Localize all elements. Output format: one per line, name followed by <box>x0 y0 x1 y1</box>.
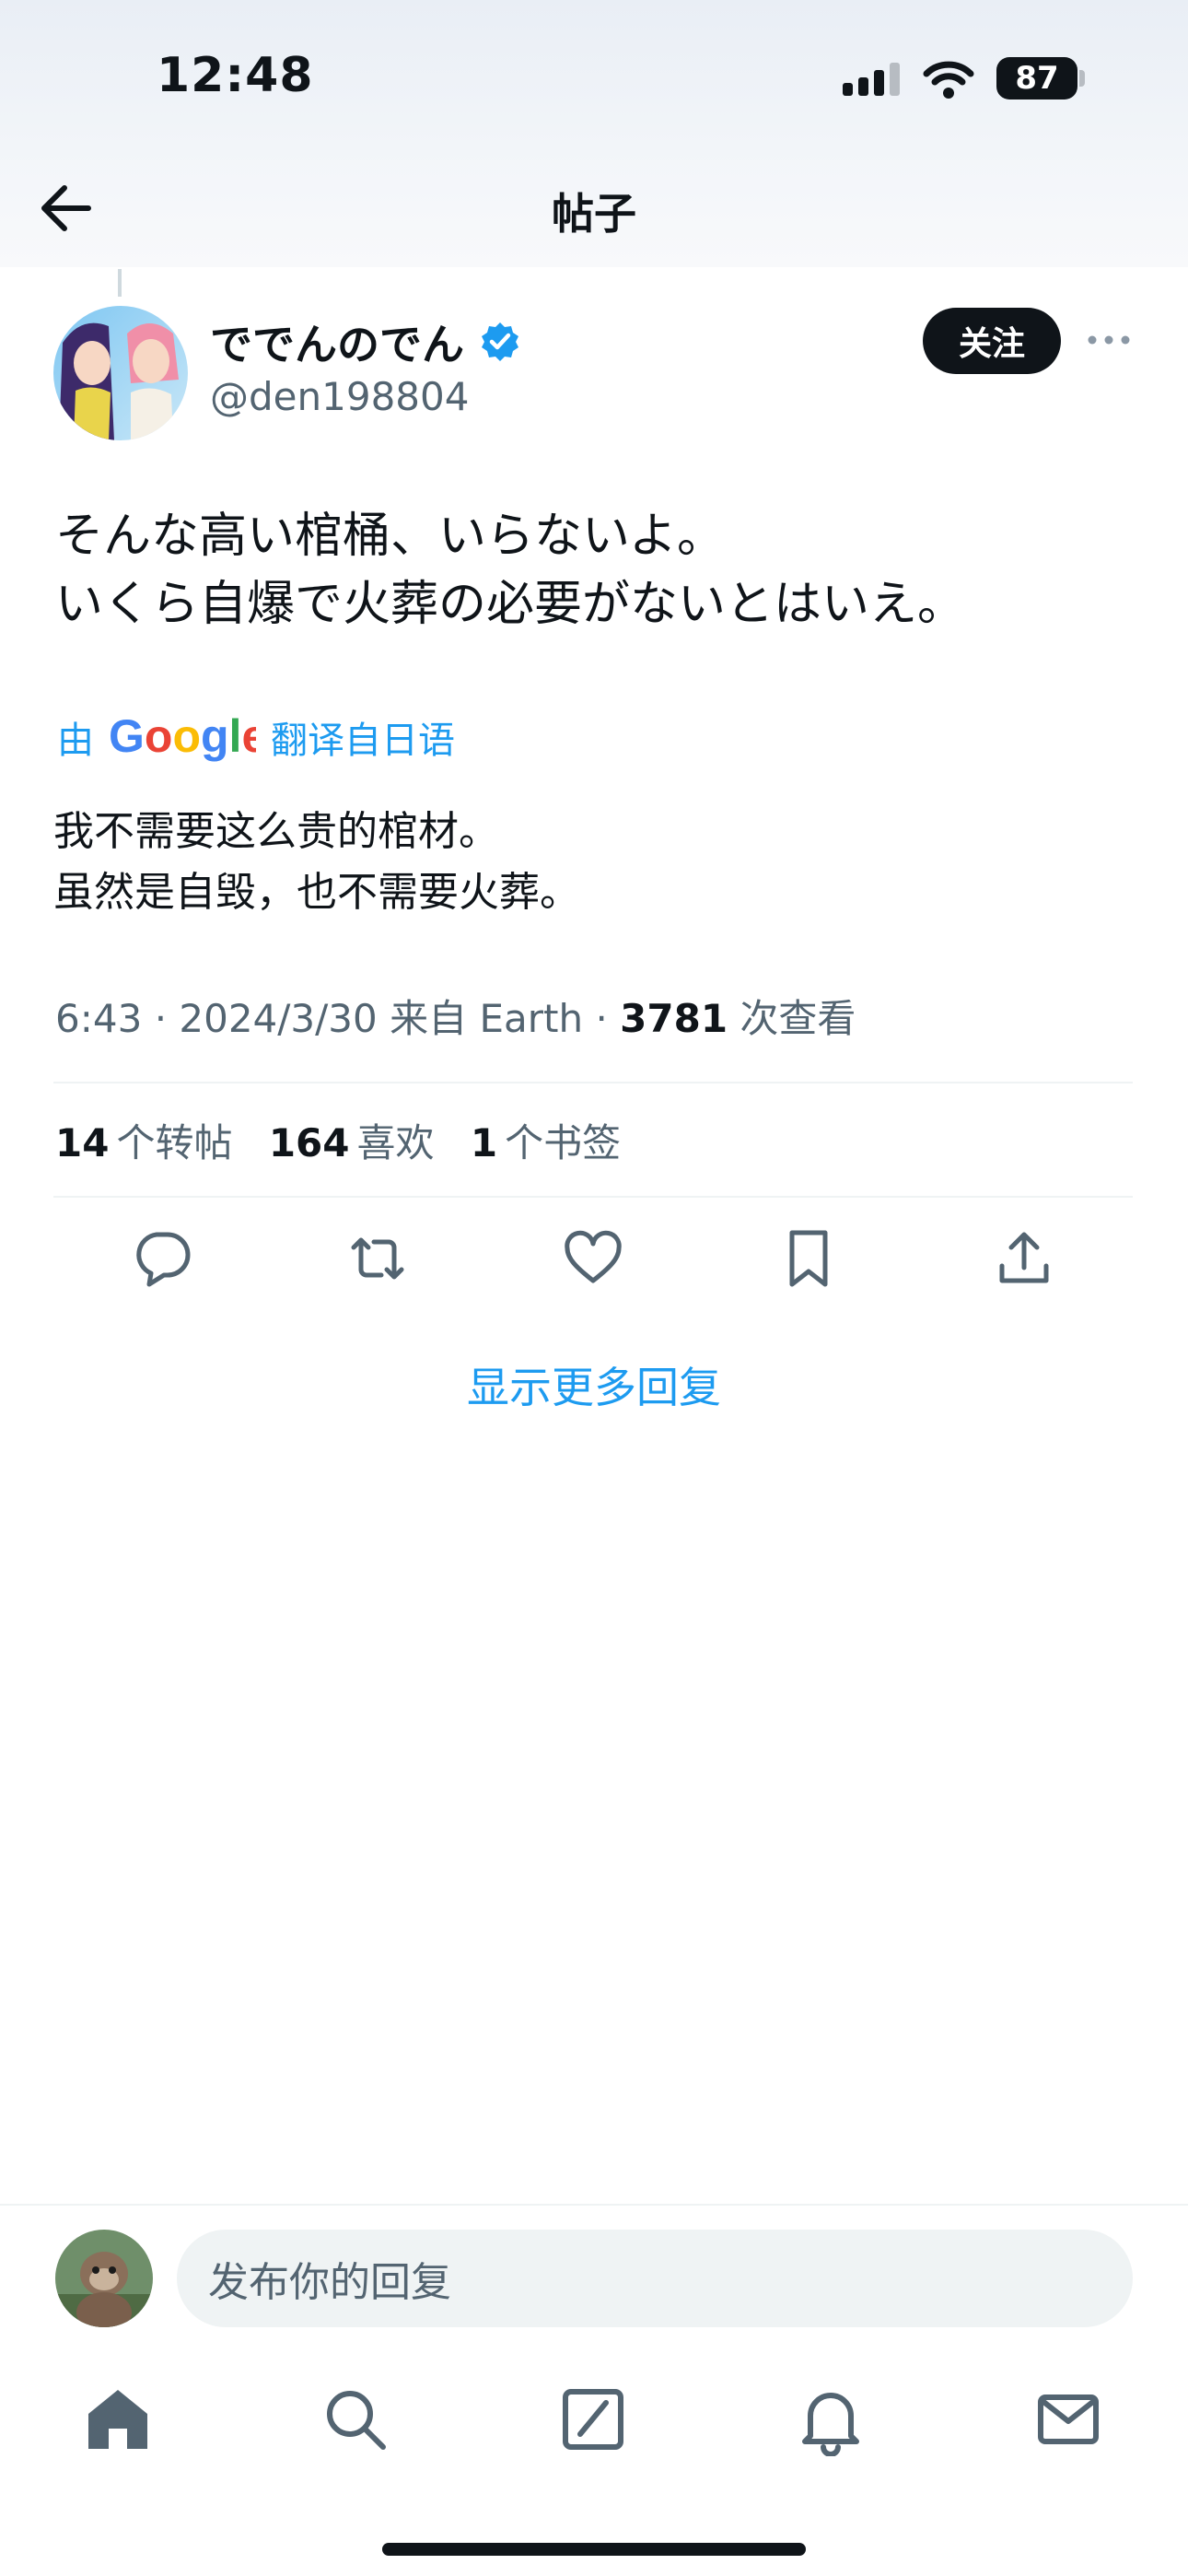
svg-text:Google: Google <box>109 711 256 762</box>
notifications-icon[interactable] <box>794 2383 868 2456</box>
page-title: 帖子 <box>552 189 636 239</box>
translated-text: 我不需要这么贵的棺材。 虽然是自毁，也不需要火葬。 <box>53 802 1140 923</box>
show-more-replies-link[interactable]: 显示更多回复 <box>0 1354 1188 1415</box>
tweet-source: 来自 Earth <box>390 996 584 1041</box>
translated-text-line: 虽然是自毁，也不需要火葬。 <box>53 869 580 916</box>
translation-attribution[interactable]: 由 Google 翻译自日语 <box>57 709 455 765</box>
repost-count: 14 <box>55 1120 110 1165</box>
reply-bar-divider <box>0 2204 1188 2206</box>
status-time: 12:48 <box>157 48 314 103</box>
bookmark-count: 1 <box>470 1120 498 1165</box>
follow-button[interactable]: 关注 <box>923 308 1061 374</box>
user-avatar[interactable] <box>55 2230 153 2327</box>
meta-separator: · <box>595 996 621 1041</box>
like-icon[interactable] <box>560 1225 626 1292</box>
divider <box>53 1082 1133 1083</box>
translation-prefix: 由 <box>57 720 94 762</box>
search-icon[interactable] <box>319 2383 392 2456</box>
share-icon[interactable] <box>991 1225 1057 1292</box>
verified-badge-icon <box>482 322 518 361</box>
google-logo: Google <box>109 711 256 762</box>
tweet-text-line: そんな高い棺桶、いらないよ。 <box>55 509 725 564</box>
tweet-date: 2024/3/30 <box>179 996 378 1041</box>
author-handle[interactable]: @den198804 <box>210 374 469 419</box>
tweet-text-line: いくら自爆で火葬の必要がないとはいえ。 <box>55 577 966 632</box>
translation-suffix: 翻译自日语 <box>271 720 455 762</box>
more-options-icon[interactable] <box>1083 326 1135 354</box>
bookmark-icon[interactable] <box>775 1225 842 1292</box>
like-label: 喜欢 <box>356 1120 435 1165</box>
tweet-time: 6:43 <box>55 996 143 1041</box>
reply-input[interactable]: 发布你的回复 <box>177 2230 1133 2327</box>
battery-cap <box>1079 70 1085 87</box>
view-count[interactable]: 3781 <box>620 996 728 1041</box>
reply-icon[interactable] <box>129 1225 195 1292</box>
reply-input-placeholder: 发布你的回复 <box>208 2259 451 2306</box>
divider <box>53 1196 1133 1198</box>
battery-icon: 87 <box>996 57 1077 100</box>
meta-separator: · <box>154 996 180 1041</box>
author-avatar[interactable] <box>53 306 188 440</box>
bookmark-label: 个书签 <box>505 1120 622 1165</box>
view-count-label: 次查看 <box>740 996 856 1041</box>
grok-icon[interactable] <box>556 2383 630 2456</box>
messages-icon[interactable] <box>1031 2383 1105 2456</box>
tweet-meta: 6:43 · 2024/3/30 来自 Earth · 3781 次查看 <box>55 988 856 1044</box>
wifi-icon <box>923 61 974 99</box>
home-icon[interactable] <box>81 2383 155 2456</box>
battery-level: 87 <box>1015 60 1059 97</box>
like-stat[interactable]: 164 喜欢 <box>269 1120 435 1165</box>
repost-icon[interactable] <box>344 1225 411 1292</box>
thread-connector <box>118 269 122 297</box>
signal-icon <box>843 63 902 96</box>
like-count: 164 <box>268 1120 350 1165</box>
bookmark-stat[interactable]: 1 个书签 <box>471 1120 621 1165</box>
repost-stat[interactable]: 14 个转帖 <box>55 1120 232 1165</box>
tweet-stats: 14 个转帖 164 喜欢 1 个书签 <box>55 1112 621 1168</box>
author-display-name[interactable]: ででんのでん <box>210 311 464 372</box>
tweet-text: そんな高い棺桶、いらないよ。 いくら自爆で火葬の必要がないとはいえ。 <box>55 502 1142 638</box>
translated-text-line: 我不需要这么贵的棺材。 <box>53 808 499 855</box>
home-indicator <box>382 2543 806 2556</box>
repost-label: 个转帖 <box>116 1120 233 1165</box>
